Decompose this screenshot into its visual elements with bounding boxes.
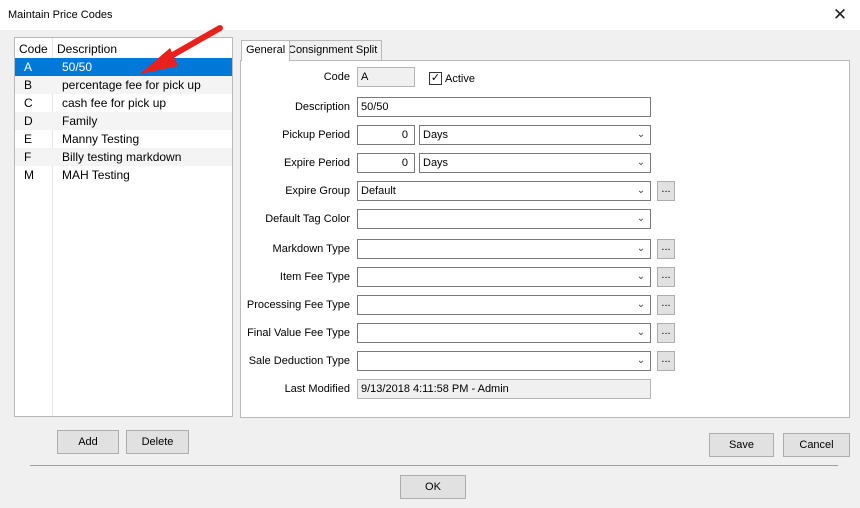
- expire-period-label: Expire Period: [283, 157, 350, 169]
- row-code: F: [24, 150, 32, 164]
- chevron-down-icon: ⌄: [636, 243, 646, 254]
- chevron-down-icon: ⌄: [636, 327, 646, 338]
- row-code: A: [24, 60, 33, 74]
- chevron-down-icon: ⌄: [636, 213, 646, 224]
- sale-deduction-type-browse-button[interactable]: ...: [657, 351, 675, 371]
- last-modified-label: Last Modified: [284, 383, 350, 395]
- delete-button[interactable]: Delete: [126, 430, 189, 454]
- footer-separator: [30, 465, 838, 466]
- item-fee-type-select[interactable]: ⌄: [357, 267, 651, 287]
- row-code: D: [24, 114, 33, 128]
- expire-period-unit-value: Days: [423, 157, 449, 169]
- list-row-e[interactable]: E Manny Testing: [15, 130, 232, 148]
- chevron-down-icon: ⌄: [636, 299, 646, 310]
- final-value-fee-type-browse-button[interactable]: ...: [657, 323, 675, 343]
- row-description: 50/50: [62, 60, 93, 74]
- row-description: percentage fee for pick up: [62, 78, 201, 92]
- expire-period-input[interactable]: 0: [357, 153, 415, 173]
- chevron-down-icon: ⌄: [636, 355, 646, 366]
- final-value-fee-type-label: Final Value Fee Type: [247, 327, 350, 339]
- default-tag-color-select[interactable]: ⌄: [357, 209, 651, 229]
- item-fee-type-browse-button[interactable]: ...: [657, 267, 675, 287]
- sale-deduction-type-select[interactable]: ⌄: [357, 351, 651, 371]
- row-description: MAH Testing: [62, 168, 130, 182]
- chevron-down-icon: ⌄: [636, 157, 646, 168]
- chevron-down-icon: ⌄: [636, 271, 646, 282]
- price-code-list[interactable]: Code Description A 50/50 B percentage fe…: [14, 37, 233, 417]
- processing-fee-type-browse-button[interactable]: ...: [657, 295, 675, 315]
- row-code: E: [24, 132, 33, 146]
- expire-group-value: Default: [361, 185, 396, 197]
- close-icon[interactable]: ✕: [828, 4, 852, 26]
- processing-fee-type-label: Processing Fee Type: [246, 299, 350, 311]
- ok-button[interactable]: OK: [400, 475, 466, 499]
- chevron-down-icon: ⌄: [636, 129, 646, 140]
- last-modified-field: 9/13/2018 4:11:58 PM - Admin: [357, 379, 651, 399]
- row-code: C: [24, 96, 33, 110]
- expire-group-label: Expire Group: [285, 185, 350, 197]
- default-tag-color-label: Default Tag Color: [265, 213, 350, 225]
- cancel-button[interactable]: Cancel: [783, 433, 850, 457]
- code-field[interactable]: A: [357, 67, 415, 87]
- pickup-period-label: Pickup Period: [282, 129, 350, 141]
- markdown-type-label: Markdown Type: [272, 243, 350, 255]
- maintain-price-codes-window: Maintain Price Codes ✕ Code Description …: [0, 0, 860, 508]
- active-label: Active: [445, 73, 475, 85]
- row-description: cash fee for pick up: [62, 96, 167, 110]
- expire-group-select[interactable]: Default ⌄: [357, 181, 651, 201]
- expire-group-browse-button[interactable]: ...: [657, 181, 675, 201]
- column-header-code[interactable]: Code: [19, 42, 48, 56]
- pickup-period-unit-value: Days: [423, 129, 449, 141]
- tab-consignment-split[interactable]: Consignment Split: [283, 40, 383, 60]
- expire-period-unit-select[interactable]: Days ⌄: [419, 153, 651, 173]
- description-field[interactable]: 50/50: [357, 97, 651, 117]
- pickup-period-unit-select[interactable]: Days ⌄: [419, 125, 651, 145]
- row-code: M: [24, 168, 34, 182]
- column-header-description[interactable]: Description: [57, 42, 117, 56]
- active-checkbox[interactable]: ✓: [429, 72, 442, 85]
- row-code: B: [24, 78, 33, 92]
- chevron-down-icon: ⌄: [636, 185, 646, 196]
- window-title: Maintain Price Codes: [8, 9, 113, 21]
- markdown-type-browse-button[interactable]: ...: [657, 239, 675, 259]
- list-row-m[interactable]: M MAH Testing: [15, 166, 232, 184]
- title-bar: Maintain Price Codes ✕: [0, 0, 860, 30]
- row-description: Family: [62, 114, 98, 128]
- sale-deduction-type-label: Sale Deduction Type: [248, 355, 350, 367]
- code-label: Code: [323, 71, 350, 83]
- item-fee-type-label: Item Fee Type: [279, 271, 350, 283]
- save-button[interactable]: Save: [709, 433, 774, 457]
- add-button[interactable]: Add: [57, 430, 119, 454]
- processing-fee-type-select[interactable]: ⌄: [357, 295, 651, 315]
- list-row-d[interactable]: D Family: [15, 112, 232, 130]
- list-row-c[interactable]: C cash fee for pick up: [15, 94, 232, 112]
- description-label: Description: [294, 101, 350, 113]
- markdown-type-select[interactable]: ⌄: [357, 239, 651, 259]
- final-value-fee-type-select[interactable]: ⌄: [357, 323, 651, 343]
- row-description: Manny Testing: [62, 132, 140, 146]
- pickup-period-input[interactable]: 0: [357, 125, 415, 145]
- row-description: Billy testing markdown: [62, 150, 182, 164]
- tab-general[interactable]: General: [241, 40, 291, 61]
- list-row-f[interactable]: F Billy testing markdown: [15, 148, 232, 166]
